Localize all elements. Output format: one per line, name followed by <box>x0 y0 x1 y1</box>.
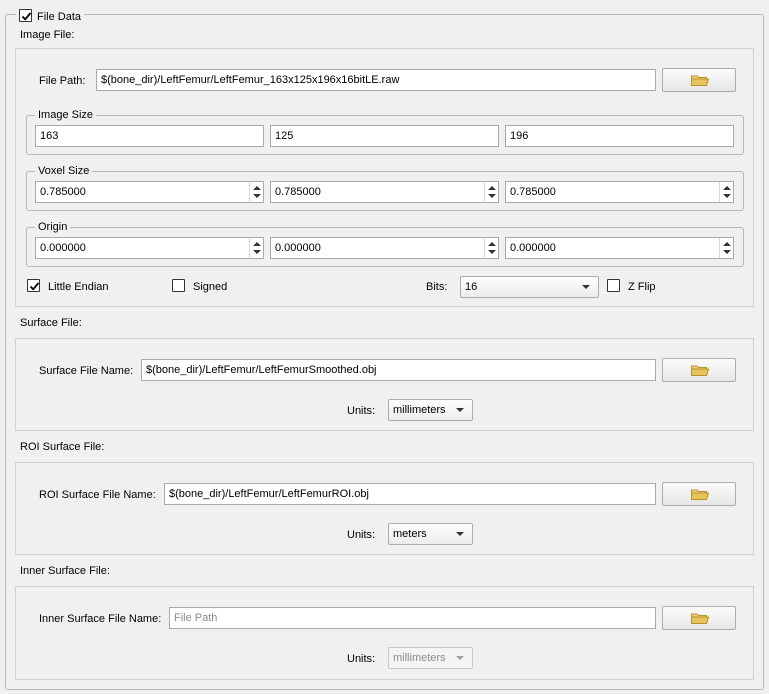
file-data-title: File Data <box>37 11 82 23</box>
surface-file-browse-button[interactable] <box>662 358 736 382</box>
spin-down-icon[interactable] <box>723 250 731 254</box>
surface-units-label: Units: <box>347 405 376 417</box>
roi-surface-file-browse-button[interactable] <box>662 482 736 506</box>
file-data-legend: File Data <box>16 8 85 24</box>
spin-up-icon[interactable] <box>488 186 496 190</box>
inner-units-value: millimeters <box>393 652 446 664</box>
chevron-down-icon <box>456 656 464 660</box>
origin-z-spinbox[interactable]: 0.000000 <box>505 237 734 259</box>
roi-surface-file-name-input[interactable]: $(bone_dir)/LeftFemur/LeftFemurROI.obj <box>164 483 656 505</box>
surface-units-value: millimeters <box>393 404 446 416</box>
spin-arrows[interactable] <box>249 182 263 202</box>
zflip-checkbox[interactable] <box>607 279 620 292</box>
spin-up-icon[interactable] <box>253 242 261 246</box>
spin-down-icon[interactable] <box>488 250 496 254</box>
spin-down-icon[interactable] <box>488 194 496 198</box>
little-endian-checkbox[interactable] <box>27 279 40 292</box>
folder-icon <box>691 489 709 500</box>
chevron-down-icon <box>456 408 464 412</box>
roi-units-select[interactable]: meters <box>388 523 473 545</box>
roi-surface-file-section-label: ROI Surface File: <box>20 441 105 453</box>
voxel-size-x-spinbox[interactable]: 0.785000 <box>35 181 264 203</box>
zflip-label: Z Flip <box>628 281 656 293</box>
spin-up-icon[interactable] <box>723 242 731 246</box>
origin-y-spinbox[interactable]: 0.000000 <box>270 237 499 259</box>
file-data-checkbox[interactable] <box>19 9 32 22</box>
spin-arrows[interactable] <box>484 182 498 202</box>
checkmark-icon <box>21 12 32 21</box>
spin-arrows[interactable] <box>719 238 733 258</box>
folder-icon <box>691 75 709 86</box>
spin-down-icon[interactable] <box>253 250 261 254</box>
checkmark-icon <box>29 282 40 291</box>
spin-up-icon[interactable] <box>253 186 261 190</box>
signed-label: Signed <box>193 281 228 293</box>
origin-y-value: 0.000000 <box>275 242 321 254</box>
voxel-size-y-value: 0.785000 <box>275 186 321 198</box>
chevron-down-icon <box>456 532 464 536</box>
voxel-size-y-spinbox[interactable]: 0.785000 <box>270 181 499 203</box>
surface-file-name-label: Surface File Name: <box>39 365 134 377</box>
spin-arrows[interactable] <box>484 238 498 258</box>
folder-icon <box>691 613 709 624</box>
signed-checkbox[interactable] <box>172 279 185 292</box>
inner-surface-file-name-input[interactable]: File Path <box>169 607 656 629</box>
surface-file-name-input[interactable]: $(bone_dir)/LeftFemur/LeftFemurSmoothed.… <box>141 359 656 381</box>
roi-units-value: meters <box>393 528 427 540</box>
origin-x-value: 0.000000 <box>40 242 86 254</box>
image-size-title: Image Size <box>35 108 97 122</box>
spin-arrows[interactable] <box>719 182 733 202</box>
roi-units-label: Units: <box>347 529 376 541</box>
image-file-browse-button[interactable] <box>662 68 736 92</box>
bits-select[interactable]: 16 <box>460 276 599 298</box>
roi-surface-file-name-label: ROI Surface File Name: <box>39 489 156 501</box>
image-size-x-input[interactable]: 163 <box>35 125 264 147</box>
inner-surface-file-panel <box>15 586 754 680</box>
voxel-size-z-spinbox[interactable]: 0.785000 <box>505 181 734 203</box>
spin-up-icon[interactable] <box>488 242 496 246</box>
file-path-input[interactable]: $(bone_dir)/LeftFemur/LeftFemur_163x125x… <box>96 69 656 91</box>
origin-x-spinbox[interactable]: 0.000000 <box>35 237 264 259</box>
chevron-down-icon <box>582 285 590 289</box>
spin-arrows[interactable] <box>249 238 263 258</box>
image-file-section-label: Image File: <box>20 29 75 41</box>
voxel-size-x-value: 0.785000 <box>40 186 86 198</box>
origin-z-value: 0.000000 <box>510 242 556 254</box>
little-endian-label: Little Endian <box>48 281 109 293</box>
spin-up-icon[interactable] <box>723 186 731 190</box>
voxel-size-z-value: 0.785000 <box>510 186 556 198</box>
inner-units-label: Units: <box>347 653 376 665</box>
voxel-size-title: Voxel Size <box>35 164 93 178</box>
file-path-label: File Path: <box>39 75 86 87</box>
inner-surface-file-browse-button[interactable] <box>662 606 736 630</box>
folder-icon <box>691 365 709 376</box>
bits-label: Bits: <box>426 281 448 293</box>
surface-units-select[interactable]: millimeters <box>388 399 473 421</box>
inner-surface-file-section-label: Inner Surface File: <box>20 565 110 577</box>
image-size-z-input[interactable]: 196 <box>505 125 734 147</box>
inner-units-select[interactable]: millimeters <box>388 647 473 669</box>
surface-file-section-label: Surface File: <box>20 317 82 329</box>
image-size-y-input[interactable]: 125 <box>270 125 499 147</box>
spin-down-icon[interactable] <box>253 194 261 198</box>
surface-file-panel <box>15 338 754 431</box>
roi-surface-file-panel <box>15 462 754 555</box>
inner-surface-file-name-label: Inner Surface File Name: <box>39 613 162 625</box>
bits-value: 16 <box>465 281 478 293</box>
origin-title: Origin <box>35 220 71 234</box>
spin-down-icon[interactable] <box>723 194 731 198</box>
